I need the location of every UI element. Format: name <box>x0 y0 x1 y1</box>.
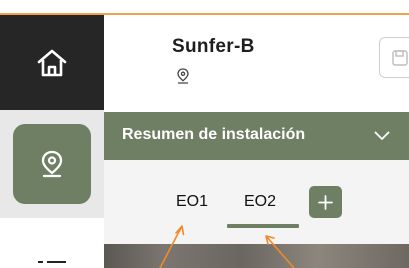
plus-icon <box>318 195 333 210</box>
tab-eo1[interactable]: EO1 <box>176 193 208 211</box>
location-pin-icon <box>41 150 63 178</box>
selected-tab-indicator <box>227 224 299 228</box>
home-nav-button[interactable] <box>0 13 104 110</box>
app-frame: Sunfer-B Resumen de instalación EO1 EO2 <box>0 0 409 268</box>
location-pin-icon <box>177 68 189 84</box>
installation-name: Sunfer-B <box>172 36 255 57</box>
save-icon <box>392 50 408 66</box>
location-nav-button[interactable] <box>13 124 91 204</box>
chevron-down-icon <box>374 131 390 140</box>
home-icon <box>37 49 67 77</box>
summary-label: Resumen de instalación <box>122 126 306 143</box>
add-tab-button[interactable] <box>309 186 342 218</box>
installation-photo <box>104 244 409 268</box>
list-icon[interactable] <box>38 255 66 268</box>
installation-summary-dropdown[interactable]: Resumen de instalación <box>104 112 409 160</box>
header-top-border <box>104 13 409 15</box>
save-button[interactable] <box>379 37 409 78</box>
tab-eo2[interactable]: EO2 <box>244 193 276 211</box>
